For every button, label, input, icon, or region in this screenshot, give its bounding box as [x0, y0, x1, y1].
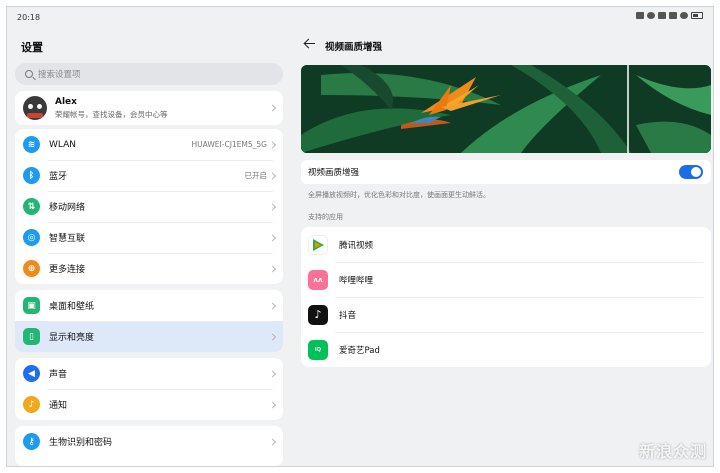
chevron-right-icon	[268, 301, 277, 310]
enhance-toggle-row[interactable]: 视频画质增强	[301, 160, 711, 184]
eye-icon	[647, 12, 655, 19]
app-douyin: ♪ 抖音	[301, 297, 711, 332]
sidebar-item-display[interactable]: ▯ 显示和亮度	[15, 321, 283, 352]
enhance-description: 全屏播放视频时，优化色彩和对比度，使画面更生动鲜活。	[308, 191, 490, 199]
display-group: ▣ 桌面和壁纸 ▯ 显示和亮度	[15, 290, 283, 352]
app-iqiyi: iQ 爱奇艺Pad	[301, 332, 711, 367]
wifi-icon: ≋	[23, 136, 40, 153]
chevron-right-icon	[268, 171, 277, 180]
signal-icon	[658, 12, 666, 19]
chevron-right-icon	[268, 202, 277, 211]
app-label: 腾讯视频	[339, 240, 374, 251]
wallpaper-icon: ▣	[23, 297, 40, 314]
sidebar-item-mobile-network[interactable]: ⇅ 移动网络	[15, 191, 283, 222]
page-title: 视频画质增强	[325, 42, 383, 53]
app-label: 哔哩哔哩	[339, 275, 374, 286]
smart-connect-icon: ◎	[23, 229, 40, 246]
chevron-right-icon	[268, 369, 277, 378]
connectivity-group: ≋ WLAN HUAWEI-CJ1EM5_5G ᛒ 蓝牙 已开启 ⇅ 移动网络 …	[15, 129, 283, 284]
sidebar-item-label: 声音	[49, 370, 68, 380]
sidebar-item-label: 桌面和壁纸	[49, 302, 95, 312]
sidebar-item-label: 智慧互联	[49, 234, 86, 244]
sidebar-item-label: 通知	[49, 401, 68, 411]
bluetooth-icon: ᛒ	[23, 167, 40, 184]
enhance-toggle-label: 视频画质增强	[308, 168, 360, 178]
app-bilibili: ʌʌ 哔哩哔哩	[301, 262, 711, 297]
sidebar-item-biometrics[interactable]: ⚷ 生物识别和密码	[15, 426, 283, 457]
app-label: 抖音	[339, 310, 357, 321]
tencent-video-icon	[308, 234, 328, 255]
more-connections-icon: ⊕	[23, 260, 40, 277]
chevron-right-icon	[268, 332, 277, 341]
notification-icon: ♪	[23, 396, 40, 413]
mobile-network-icon: ⇅	[23, 198, 40, 215]
app-tencent-video: 腾讯视频	[301, 227, 711, 262]
sidebar-item-value: HUAWEI-CJ1EM5_5G	[191, 140, 267, 149]
sidebar-item-label: 更多连接	[49, 265, 86, 275]
search-input[interactable]: 搜索设置项	[15, 63, 283, 85]
douyin-icon: ♪	[308, 304, 328, 325]
avatar	[23, 96, 47, 120]
sidebar-item-label: 生物识别和密码	[49, 438, 113, 448]
chevron-right-icon	[268, 437, 277, 446]
sound-icon: ◀	[23, 365, 40, 382]
key-icon: ⚷	[23, 433, 40, 450]
chevron-right-icon	[268, 400, 277, 409]
bilibili-icon: ʌʌ	[308, 269, 328, 290]
sidebar-item-smart-connect[interactable]: ◎ 智慧互联	[15, 222, 283, 253]
chevron-right-icon	[268, 140, 277, 149]
sidebar-item-more-connections[interactable]: ⊕ 更多连接	[15, 253, 283, 284]
status-time: 20:18	[17, 13, 41, 22]
chevron-right-icon	[268, 233, 277, 242]
back-arrow-icon[interactable]	[304, 38, 316, 50]
sound-group: ◀ 声音 ♪ 通知	[15, 358, 283, 420]
detail-panel: 视频画质增强 视频画质增强 全屏播放视频时，优化色彩和对比度，使画面更生动鲜活。…	[291, 27, 713, 466]
display-icon: ▯	[23, 328, 40, 345]
supported-apps-heading: 支持的应用	[308, 213, 343, 221]
sidebar-item-label: 移动网络	[49, 203, 86, 213]
profile-row[interactable]: Alex 荣耀帐号，查找设备，会员中心等	[15, 91, 283, 125]
sidebar-item-notification[interactable]: ♪ 通知	[15, 389, 283, 420]
enhance-toggle-switch[interactable]	[679, 165, 703, 179]
bird-of-paradise-flower-image	[301, 65, 711, 153]
profile-card[interactable]: Alex 荣耀帐号，查找设备，会员中心等	[15, 91, 283, 125]
battery-icon	[691, 12, 703, 19]
preview-image	[301, 65, 711, 153]
sidebar-item-label: 显示和亮度	[49, 333, 95, 343]
settings-title: 设置	[21, 41, 43, 54]
wifi-icon	[680, 12, 688, 19]
app-label: 爱奇艺Pad	[339, 345, 380, 356]
chevron-right-icon	[268, 264, 277, 273]
chevron-right-icon	[268, 104, 277, 112]
sidebar-item-bluetooth[interactable]: ᛒ 蓝牙 已开启	[15, 160, 283, 191]
watermark-logo: 新浪众测	[638, 442, 707, 461]
profile-name: Alex	[55, 96, 77, 107]
bluetooth-icon	[669, 12, 677, 19]
search-icon	[25, 70, 33, 78]
sidebar-item-label: WLAN	[49, 139, 77, 150]
settings-sidebar: 设置 搜索设置项 Alex 荣耀帐号，查找设备，会员中心等 ≋ WLAN HUA…	[7, 27, 291, 466]
sidebar-item-label: 蓝牙	[49, 172, 68, 182]
supported-apps-list: 腾讯视频 ʌʌ 哔哩哔哩 ♪ 抖音 iQ 爱奇艺Pad	[301, 227, 711, 367]
search-placeholder: 搜索设置项	[38, 70, 81, 80]
sidebar-item-wlan[interactable]: ≋ WLAN HUAWEI-CJ1EM5_5G	[15, 129, 283, 160]
status-icons	[636, 12, 703, 19]
security-group: ⚷ 生物识别和密码	[15, 426, 283, 466]
iqiyi-icon: iQ	[308, 339, 328, 360]
status-bar: 20:18	[7, 7, 713, 27]
sidebar-item-value: 已开启	[244, 171, 268, 180]
tablet-screen: 20:18 设置 搜索设置项 Alex 荣耀帐号，查找设备，会员中心等 ≋ WL…	[6, 6, 714, 467]
message-icon	[636, 12, 644, 19]
profile-subtitle: 荣耀帐号，查找设备，会员中心等	[55, 109, 168, 119]
sidebar-item-sound[interactable]: ◀ 声音	[15, 358, 283, 389]
sidebar-item-wallpaper[interactable]: ▣ 桌面和壁纸	[15, 290, 283, 321]
